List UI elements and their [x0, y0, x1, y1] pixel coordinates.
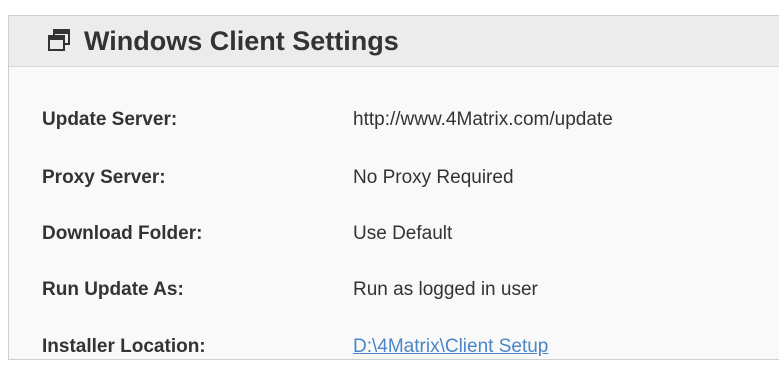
panel-title: Windows Client Settings	[84, 26, 399, 56]
setting-value: http://www.4Matrix.com/update	[353, 109, 613, 130]
setting-label: Installer Location:	[42, 336, 206, 357]
installer-location-link[interactable]: D:\4Matrix\Client Setup	[353, 327, 548, 365]
window-restore-icon	[48, 29, 70, 51]
setting-row-update-server: Update Server: http://www.4Matrix.com/up…	[9, 100, 779, 140]
setting-row-installer-location: Installer Location: D:\4Matrix\Client Se…	[9, 327, 779, 365]
setting-value: Run as logged in user	[353, 279, 538, 300]
panel-header: Windows Client Settings	[9, 16, 779, 67]
setting-label: Update Server:	[42, 109, 178, 130]
settings-panel: Windows Client Settings Update Server: h…	[8, 15, 779, 360]
setting-row-run-update-as: Run Update As: Run as logged in user	[9, 270, 779, 310]
setting-row-proxy-server: Proxy Server: No Proxy Required	[9, 158, 779, 198]
setting-label: Run Update As:	[42, 279, 184, 300]
setting-value: Use Default	[353, 223, 453, 244]
setting-label: Proxy Server:	[42, 167, 166, 188]
setting-label: Download Folder:	[42, 223, 203, 244]
page: Windows Client Settings Update Server: h…	[0, 0, 779, 365]
setting-row-download-folder: Download Folder: Use Default	[9, 214, 779, 254]
setting-value: No Proxy Required	[353, 167, 514, 188]
